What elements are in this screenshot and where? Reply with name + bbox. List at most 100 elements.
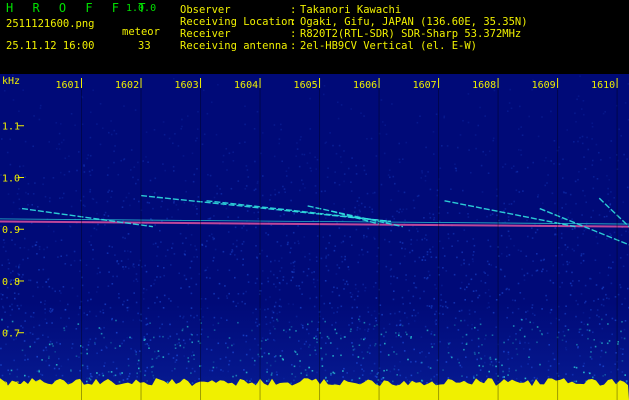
noise-speck [67, 358, 69, 361]
noise-speck [287, 241, 289, 244]
noise-speck [379, 351, 382, 353]
noise-speck [234, 276, 236, 279]
noise-speck [407, 289, 410, 292]
noise-speck [76, 169, 78, 172]
noise-speck [481, 191, 484, 193]
noise-speck [283, 329, 285, 332]
noise-speck [489, 356, 492, 359]
noise-speck [592, 331, 594, 334]
noise-speck [312, 278, 315, 281]
noise-speck [508, 367, 510, 370]
noise-speck [466, 333, 468, 335]
noise-speck [527, 235, 529, 238]
noise-speck [442, 369, 444, 371]
noise-speck [459, 379, 461, 382]
noise-speck [533, 314, 536, 316]
noise-speck [201, 244, 204, 246]
noise-speck [357, 290, 360, 293]
noise-speck [389, 370, 392, 373]
noise-speck [162, 356, 165, 358]
noise-speck [278, 282, 281, 284]
noise-speck [191, 341, 193, 344]
noise-speck [24, 176, 27, 178]
noise-speck [202, 89, 205, 92]
noise-speck [591, 138, 593, 140]
noise-speck [48, 277, 50, 280]
noise-speck [227, 346, 229, 349]
noise-speck [67, 303, 69, 306]
noise-speck [108, 131, 110, 134]
noise-speck [597, 298, 600, 300]
noise-speck [350, 181, 352, 183]
noise-speck [509, 238, 512, 240]
noise-speck [599, 341, 602, 343]
noise-speck [552, 352, 554, 355]
noise-speck [31, 333, 34, 335]
noise-speck [249, 348, 251, 351]
noise-speck [282, 185, 284, 188]
noise-speck [564, 325, 567, 327]
noise-speck [342, 240, 345, 243]
noise-speck [87, 299, 89, 302]
noise-speck [145, 131, 148, 133]
noise-speck [582, 365, 585, 367]
noise-speck [49, 307, 52, 310]
noise-speck [495, 360, 498, 363]
noise-speck [41, 374, 44, 376]
noise-speck [426, 253, 429, 256]
noise-speck [217, 83, 219, 86]
noise-speck [351, 322, 354, 324]
noise-speck [24, 312, 27, 314]
noise-speck [421, 238, 423, 241]
noise-speck [379, 344, 382, 346]
noise-speck [73, 259, 76, 262]
noise-speck [163, 294, 166, 297]
noise-speck [298, 340, 300, 342]
noise-speck [572, 280, 574, 282]
noise-speck [353, 298, 356, 301]
noise-speck [236, 239, 238, 242]
noise-speck [298, 242, 300, 245]
noise-speck [507, 216, 510, 218]
noise-speck [326, 380, 329, 382]
noise-speck [56, 147, 58, 150]
noise-speck [623, 328, 626, 331]
noise-speck [301, 179, 303, 182]
noise-speck [77, 313, 80, 316]
noise-speck [476, 374, 478, 376]
noise-speck [364, 328, 366, 331]
noise-speck [146, 366, 148, 369]
noise-speck [452, 232, 455, 235]
noise-speck [32, 145, 34, 148]
noise-speck [410, 374, 413, 377]
noise-speck [468, 313, 471, 315]
noise-speck [500, 252, 503, 255]
noise-speck [292, 231, 295, 234]
noise-speck [489, 214, 492, 216]
noise-speck [89, 188, 92, 191]
noise-speck [89, 111, 92, 114]
noise-speck [161, 323, 163, 326]
noise-speck [64, 157, 67, 160]
noise-speck [274, 193, 277, 196]
noise-speck [99, 271, 101, 274]
noise-speck [612, 261, 614, 263]
x-axis-ticks: 1601 1602 1603 1604 1605 1606 1607 1608 1609 1610 [56, 78, 618, 91]
noise-speck [375, 376, 378, 378]
noise-speck [344, 255, 346, 258]
noise-speck [225, 356, 227, 359]
noise-speck [507, 358, 509, 361]
noise-speck [129, 251, 132, 253]
noise-speck [18, 207, 21, 210]
noise-speck [624, 102, 627, 104]
noise-speck [402, 158, 404, 160]
noise-speck [68, 155, 70, 157]
noise-speck [489, 295, 491, 298]
noise-speck [143, 336, 146, 338]
noise-speck [478, 352, 480, 354]
y-tick-label: 1.1 [2, 122, 20, 133]
noise-speck [255, 318, 258, 320]
noise-speck [447, 346, 449, 349]
noise-speck [241, 300, 243, 303]
noise-speck [517, 249, 520, 251]
